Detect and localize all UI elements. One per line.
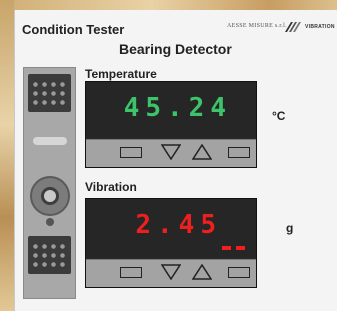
vibration-controls xyxy=(86,259,256,287)
vibration-set-button[interactable] xyxy=(120,267,142,278)
vibration-dash-indicator xyxy=(236,246,245,250)
vibration-display: 2.45 xyxy=(86,199,256,258)
brand-mark: VIBRATION xyxy=(305,24,335,30)
background-left xyxy=(0,0,14,311)
temperature-controls xyxy=(86,139,256,167)
vibration-dash-indicator xyxy=(222,246,231,250)
connector-screw xyxy=(46,218,54,226)
temperature-unit: °C xyxy=(272,109,286,123)
vibration-label: Vibration xyxy=(85,180,137,194)
temperature-label: Temperature xyxy=(85,67,157,81)
vibration-enter-button[interactable] xyxy=(228,267,250,278)
vibration-unit: g xyxy=(286,221,294,235)
vibration-reading: 2.45 xyxy=(135,210,222,240)
din-rail-module xyxy=(23,67,76,299)
temperature-set-button[interactable] xyxy=(120,147,142,158)
app-title: Condition Tester xyxy=(22,22,125,37)
background-top xyxy=(0,0,337,10)
brand-text: AESSE MISURE s.r.l. xyxy=(227,23,287,29)
top-terminal-block xyxy=(28,74,71,112)
vibration-down-arrow-icon[interactable] xyxy=(161,264,181,280)
module-label-plate xyxy=(33,137,67,145)
temperature-enter-button[interactable] xyxy=(228,147,250,158)
tester-panel: Condition Tester AESSE MISURE s.r.l. VIB… xyxy=(14,10,337,311)
temperature-meter: 45.24 xyxy=(85,81,257,168)
brand-logo-icon xyxy=(285,22,301,32)
temperature-up-arrow-icon[interactable] xyxy=(192,144,212,160)
temperature-display: 45.24 xyxy=(86,82,256,138)
temperature-reading: 45.24 xyxy=(123,93,232,123)
vibration-up-arrow-icon[interactable] xyxy=(192,264,212,280)
device-subtitle: Bearing Detector xyxy=(119,41,232,57)
temperature-down-arrow-icon[interactable] xyxy=(161,144,181,160)
sensor-connector-icon xyxy=(30,176,70,216)
bottom-terminal-block xyxy=(28,236,71,274)
vibration-meter: 2.45 xyxy=(85,198,257,288)
